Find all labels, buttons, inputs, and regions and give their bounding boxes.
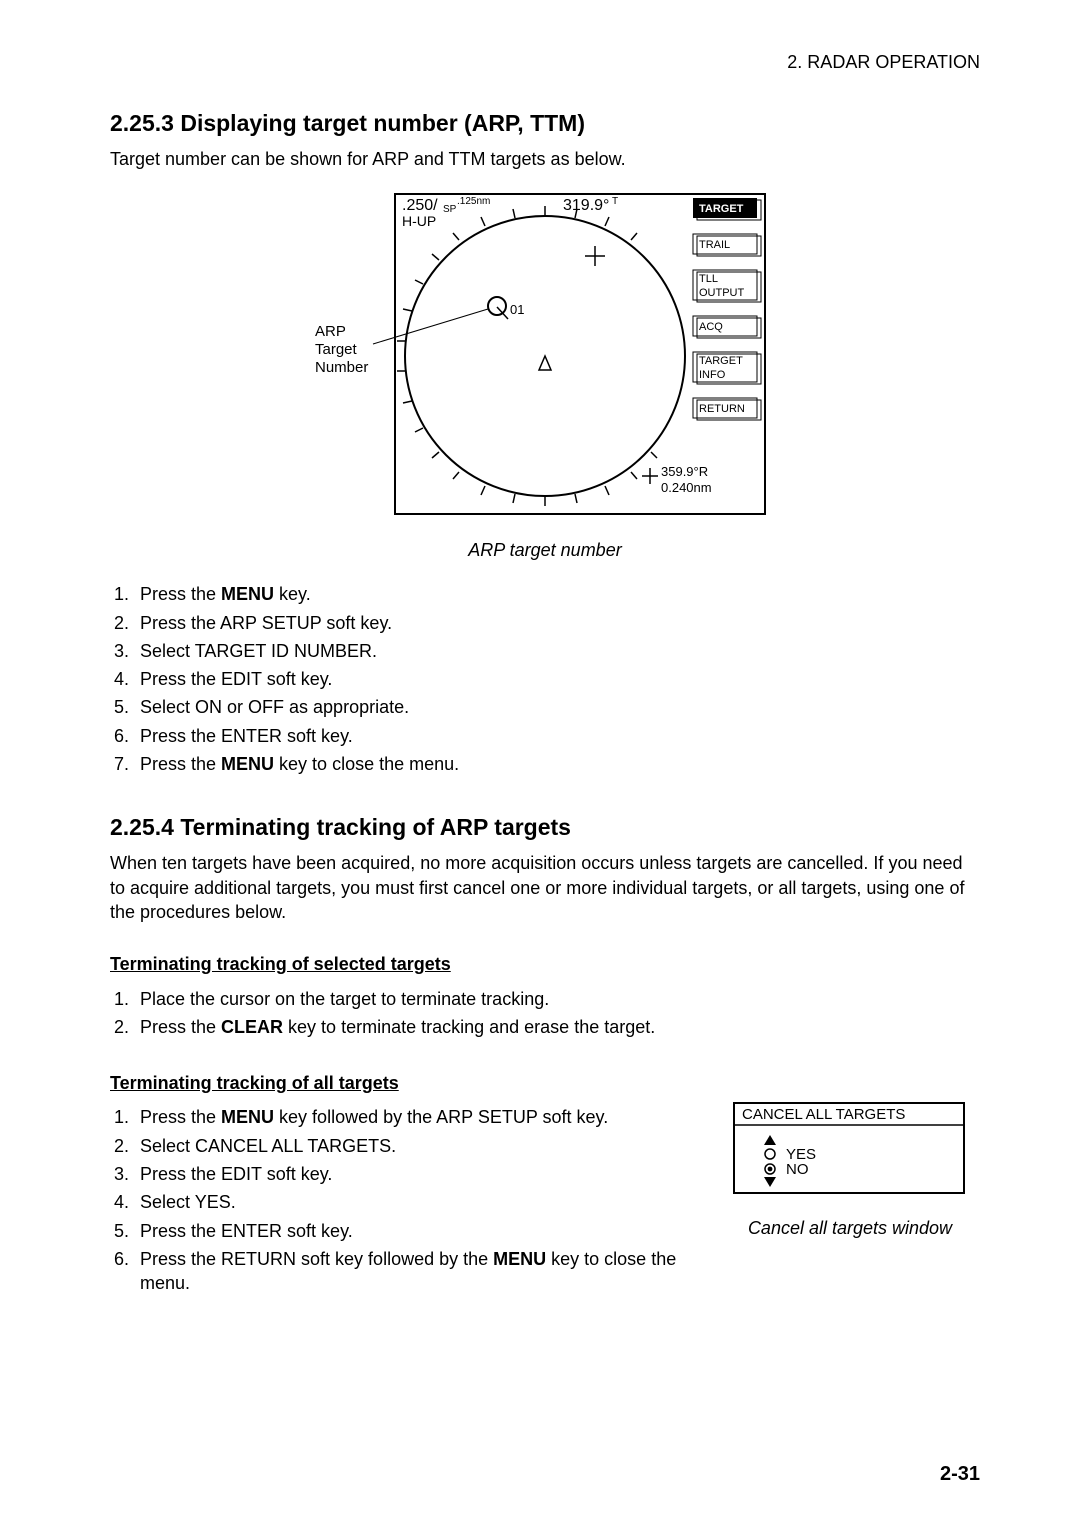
section-heading-2253: 2.25.3 Displaying target number (ARP, TT… — [110, 108, 980, 139]
step: Press the EDIT soft key. — [134, 665, 980, 693]
step: Select YES. — [134, 1188, 690, 1216]
bearing-suf: T — [612, 196, 618, 207]
softkey-return: RETURN — [699, 403, 745, 415]
option-no: NO — [786, 1161, 809, 1178]
range-sub: .125nm — [457, 196, 490, 207]
triangle-down-icon — [764, 1177, 776, 1187]
subheading-all: Terminating tracking of all targets — [110, 1071, 399, 1095]
range-main: .250/ — [402, 197, 438, 214]
step: Select CANCEL ALL TARGETS. — [134, 1132, 690, 1160]
radio-unselected-icon — [765, 1149, 775, 1159]
triangle-up-icon — [764, 1135, 776, 1145]
step: Press the MENU key to close the menu. — [134, 750, 980, 778]
softkey-target: TARGET — [699, 203, 744, 215]
step: Press the ENTER soft key. — [134, 1217, 690, 1245]
softkey-output: OUTPUT — [699, 287, 745, 299]
section-intro-2: When ten targets have been acquired, no … — [110, 851, 980, 924]
arp-label-3: Number — [315, 359, 368, 376]
steps-2253: Press the MENU key. Press the ARP SETUP … — [112, 580, 980, 778]
radar-svg: 01 .250/ SP .125nm H-UP 319.9° T ARP Tar… — [315, 186, 775, 526]
step: Press the MENU key. — [134, 580, 980, 608]
softkey-targetinfo-1: TARGET — [699, 355, 743, 367]
step: Place the cursor on the target to termin… — [134, 985, 980, 1013]
page-number: 2-31 — [940, 1461, 980, 1488]
figure-caption-1: ARP target number — [110, 538, 980, 562]
cursor-rng: 0.240nm — [661, 480, 712, 495]
step: Press the ARP SETUP soft key. — [134, 609, 980, 637]
step: Select ON or OFF as appropriate. — [134, 693, 980, 721]
step: Select TARGET ID NUMBER. — [134, 637, 980, 665]
step: Press the MENU key followed by the ARP S… — [134, 1103, 690, 1131]
step: Press the ENTER soft key. — [134, 722, 980, 750]
cancel-box-figure: CANCEL ALL TARGETS YES NO Cancel all tar… — [720, 1099, 980, 1240]
cancel-title: CANCEL ALL TARGETS — [742, 1106, 905, 1123]
step: Press the CLEAR key to terminate trackin… — [134, 1013, 980, 1041]
bearing: 319.9° — [563, 197, 609, 214]
cancel-caption: Cancel all targets window — [720, 1216, 980, 1240]
cursor-brg: 359.9°R — [661, 464, 708, 479]
arp-label-1: ARP — [315, 323, 346, 340]
softkey-trail: TRAIL — [699, 239, 730, 251]
softkey-tll: TLL — [699, 273, 718, 285]
section-intro: Target number can be shown for ARP and T… — [110, 147, 980, 171]
hup-label: H-UP — [402, 213, 436, 229]
step: Press the EDIT soft key. — [134, 1160, 690, 1188]
steps-all: Press the MENU key followed by the ARP S… — [112, 1103, 690, 1297]
softkey-acq: ACQ — [699, 321, 723, 333]
softkey-targetinfo-2: INFO — [699, 369, 726, 381]
arp-label-2: Target — [315, 341, 358, 358]
steps-selected: Place the cursor on the target to termin… — [112, 985, 980, 1042]
step: Press the RETURN soft key followed by th… — [134, 1245, 690, 1298]
subheading-selected: Terminating tracking of selected targets — [110, 952, 451, 976]
section-heading-2254: 2.25.4 Terminating tracking of ARP targe… — [110, 812, 980, 843]
page-header: 2. RADAR OPERATION — [110, 50, 980, 74]
range-sp: SP — [443, 204, 457, 215]
cancel-box-svg: CANCEL ALL TARGETS YES NO — [730, 1099, 970, 1199]
target-number: 01 — [510, 302, 524, 317]
radio-selected-dot-icon — [768, 1167, 773, 1172]
radar-figure: 01 .250/ SP .125nm H-UP 319.9° T ARP Tar… — [110, 186, 980, 532]
